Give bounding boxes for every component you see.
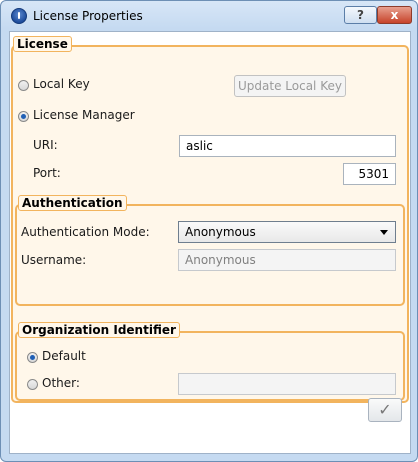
other-input[interactable] [178, 373, 396, 395]
app-icon [11, 8, 27, 24]
chevron-down-icon [380, 230, 388, 235]
window-title: License Properties [33, 9, 143, 23]
other-radio[interactable] [27, 379, 38, 390]
license-manager-label[interactable]: License Manager [33, 108, 135, 122]
ok-button[interactable]: ✓ [368, 398, 402, 422]
port-input[interactable]: 5301 [343, 163, 396, 185]
license-manager-radio[interactable] [18, 111, 29, 122]
title-bar[interactable]: License Properties ? x [1, 1, 417, 31]
default-radio[interactable] [27, 352, 38, 363]
dialog-body: License Local Key Update Local Key Licen… [9, 31, 411, 454]
local-key-label[interactable]: Local Key [33, 77, 90, 91]
help-button[interactable]: ? [344, 6, 377, 24]
license-group-title: License [13, 36, 72, 52]
username-input[interactable]: Anonymous [178, 249, 396, 271]
default-label[interactable]: Default [42, 349, 86, 363]
other-label[interactable]: Other: [42, 376, 80, 390]
update-local-key-button[interactable]: Update Local Key [234, 75, 346, 97]
close-button[interactable]: x [377, 6, 412, 24]
uri-input[interactable]: aslic [179, 135, 396, 157]
authentication-group-title: Authentication [18, 195, 127, 211]
authentication-mode-value: Anonymous [185, 225, 256, 239]
authentication-mode-label: Authentication Mode: [21, 225, 150, 239]
authentication-mode-select[interactable]: Anonymous [178, 221, 396, 243]
license-properties-window: License Properties ? x License Local Key… [0, 0, 418, 462]
username-label: Username: [21, 253, 87, 267]
port-label: Port: [33, 166, 61, 180]
local-key-radio[interactable] [18, 80, 29, 91]
uri-label: URI: [33, 138, 58, 152]
organization-identifier-group-title: Organization Identifier [18, 322, 180, 338]
checkmark-icon: ✓ [378, 400, 392, 419]
